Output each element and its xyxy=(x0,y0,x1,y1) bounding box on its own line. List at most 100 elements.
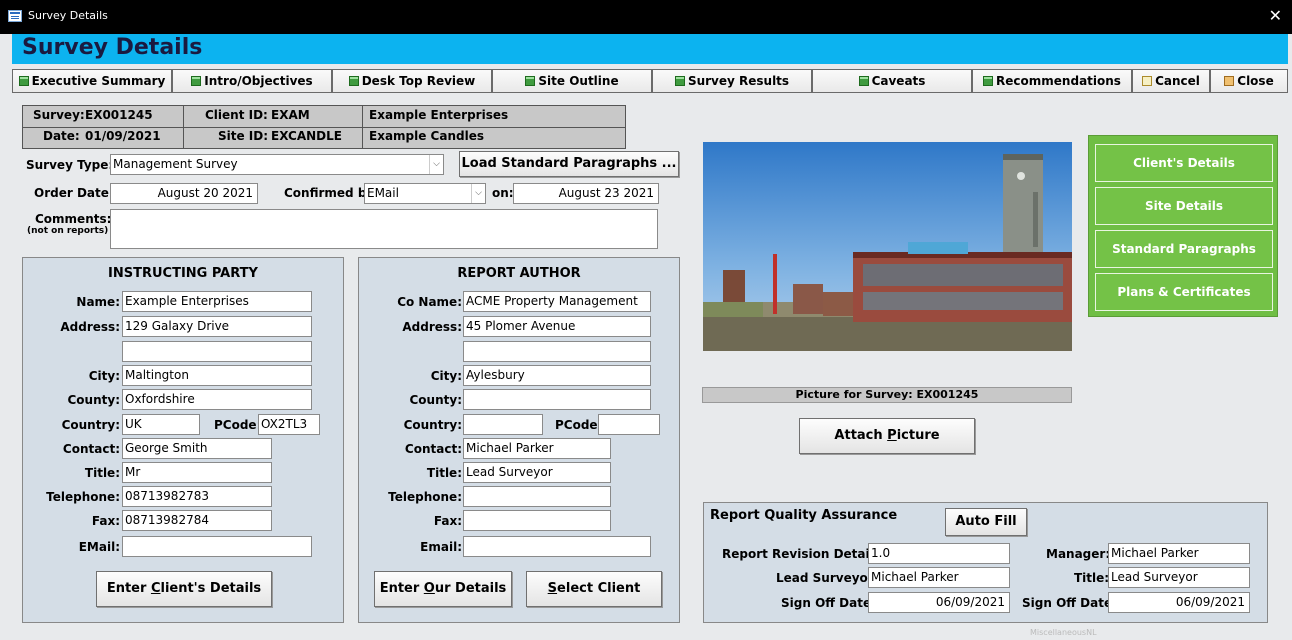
address-label: Address: xyxy=(60,320,120,334)
author-county-field[interactable] xyxy=(463,389,651,410)
client-id-label: Client ID: xyxy=(205,108,268,122)
county-label: County: xyxy=(67,393,121,407)
nav-executive-summary-button[interactable]: Executive Summary xyxy=(12,69,172,93)
divider xyxy=(362,106,363,148)
author-city-field[interactable]: Aylesbury xyxy=(463,365,651,386)
section-icon xyxy=(525,76,536,86)
plans-certificates-button[interactable]: Plans & Certificates xyxy=(1095,273,1273,311)
author-contact-field[interactable]: Michael Parker xyxy=(463,438,611,459)
comments-textarea[interactable] xyxy=(110,209,658,249)
enter-our-details-button[interactable]: Enter Our Details xyxy=(374,571,512,607)
standard-paragraphs-button[interactable]: Standard Paragraphs xyxy=(1095,230,1273,268)
email-label: EMail: xyxy=(78,540,120,554)
author-postcode-field[interactable] xyxy=(598,414,660,435)
chevron-down-icon[interactable]: ⌵ xyxy=(471,184,485,203)
manager-sign-off-date-field[interactable]: 06/09/2021 xyxy=(1108,592,1250,613)
site-details-button[interactable]: Site Details xyxy=(1095,187,1273,225)
nav-survey-results-button[interactable]: Survey Results xyxy=(652,69,812,93)
client-contact-field[interactable]: George Smith xyxy=(122,438,272,459)
contact-label: Contact: xyxy=(62,442,120,456)
nav-caveats-button[interactable]: Caveats xyxy=(812,69,972,93)
client-county-field[interactable]: Oxfordshire xyxy=(122,389,312,410)
client-telephone-field[interactable]: 08713982783 xyxy=(122,486,272,507)
country-label: Country: xyxy=(61,418,120,432)
picture-caption: Picture for Survey: EX001245 xyxy=(702,387,1072,403)
author-title-field[interactable]: Lead Surveyor xyxy=(463,462,611,483)
nav-label: Executive Summary xyxy=(31,74,166,88)
fax-label: Fax: xyxy=(91,514,120,528)
client-postcode-field[interactable]: OX2TL3 xyxy=(258,414,320,435)
email-label: Email: xyxy=(420,540,462,554)
author-address-line1-field[interactable]: 45 Plomer Avenue xyxy=(463,316,651,337)
confirmed-by-select[interactable]: EMail ⌵ xyxy=(364,183,486,204)
survey-number: EX001245 xyxy=(85,108,153,122)
client-name-field[interactable]: Example Enterprises xyxy=(122,291,312,312)
auto-fill-button[interactable]: Auto Fill xyxy=(945,508,1027,536)
nav-intro-objectives-button[interactable]: Intro/Objectives xyxy=(172,69,332,93)
select-client-button[interactable]: Select Client xyxy=(526,571,662,607)
order-date-field[interactable]: August 20 2021 xyxy=(110,183,258,204)
survey-info-box: Survey: EX001245 Date: 01/09/2021 Client… xyxy=(22,105,626,149)
name-label: Name: xyxy=(76,295,120,309)
attach-picture-button[interactable]: Attach Picture xyxy=(799,418,975,454)
survey-date: 01/09/2021 xyxy=(85,129,161,143)
nav-label: Survey Results xyxy=(687,74,790,88)
form-header: Survey Details xyxy=(12,34,1288,64)
button-text: icture xyxy=(896,428,940,443)
confirmed-by-value: EMail xyxy=(367,186,399,200)
manager-field[interactable]: Michael Parker xyxy=(1108,543,1250,564)
client-fax-field[interactable]: 08713982784 xyxy=(122,510,272,531)
site-photo-image xyxy=(703,142,1072,351)
nav-desk-top-review-button[interactable]: Desk Top Review xyxy=(332,69,492,93)
client-address-line2-field[interactable] xyxy=(122,341,312,362)
manager-title-field[interactable]: Lead Surveyor xyxy=(1108,567,1250,588)
site-id-label: Site ID: xyxy=(218,129,269,143)
client-city-field[interactable]: Maltington xyxy=(122,365,312,386)
revision-details-label: Report Revision Details: xyxy=(722,547,886,561)
revision-details-field[interactable]: 1.0 xyxy=(868,543,1010,564)
nav-recommendations-button[interactable]: Recommendations xyxy=(972,69,1132,93)
lead-surveyor-field[interactable]: Michael Parker xyxy=(868,567,1010,588)
survey-type-select[interactable]: Management Survey ⌵ xyxy=(110,154,444,175)
page-title: Survey Details xyxy=(22,35,203,60)
access-key: P xyxy=(887,428,897,443)
author-telephone-field[interactable] xyxy=(463,486,611,507)
survey-type-label: Survey Type: xyxy=(26,158,114,172)
pcode-label: PCode: xyxy=(555,418,603,432)
button-text: Attach xyxy=(834,428,888,443)
confirmed-date-field[interactable]: August 23 2021 xyxy=(513,183,659,204)
window-close-icon[interactable]: ✕ xyxy=(1269,6,1282,25)
client-title-field[interactable]: Mr xyxy=(122,462,272,483)
client-country-field[interactable]: UK xyxy=(122,414,200,435)
author-fax-field[interactable] xyxy=(463,510,611,531)
pcode-label: PCode: xyxy=(214,418,262,432)
client-name: Example Enterprises xyxy=(369,108,509,122)
author-address-line2-field[interactable] xyxy=(463,341,651,362)
section-icon xyxy=(18,76,29,86)
window-title: Survey Details xyxy=(28,9,108,22)
side-buttons-panel: Client's Details Site Details Standard P… xyxy=(1088,135,1278,317)
window-titlebar: Survey Details ✕ xyxy=(0,0,1292,34)
survey-picture xyxy=(703,142,1072,351)
chevron-down-icon[interactable]: ⌵ xyxy=(429,155,443,174)
enter-clients-details-button[interactable]: Enter Client's Details xyxy=(96,571,272,607)
close-button[interactable]: Close xyxy=(1210,69,1288,93)
load-standard-paragraphs-button[interactable]: Load Standard Paragraphs ... xyxy=(459,151,679,177)
cancel-button[interactable]: Cancel xyxy=(1132,69,1210,93)
client-email-field[interactable] xyxy=(122,536,312,557)
section-icon xyxy=(674,76,685,86)
nav-site-outline-button[interactable]: Site Outline xyxy=(492,69,652,93)
clients-details-button[interactable]: Client's Details xyxy=(1095,144,1273,182)
section-icon xyxy=(858,76,869,86)
author-country-field[interactable] xyxy=(463,414,543,435)
manager-title-label: Title: xyxy=(1074,571,1110,585)
date-label: Date: xyxy=(43,129,80,143)
survey-type-value: Management Survey xyxy=(113,157,238,171)
client-address-line1-field[interactable]: 129 Galaxy Drive xyxy=(122,316,312,337)
section-icon xyxy=(191,76,202,86)
author-company-field[interactable]: ACME Property Management xyxy=(463,291,651,312)
lead-sign-off-date-field[interactable]: 06/09/2021 xyxy=(868,592,1010,613)
telephone-label: Telephone: xyxy=(388,490,462,504)
comments-label: Comments: xyxy=(35,212,112,226)
author-email-field[interactable] xyxy=(463,536,651,557)
